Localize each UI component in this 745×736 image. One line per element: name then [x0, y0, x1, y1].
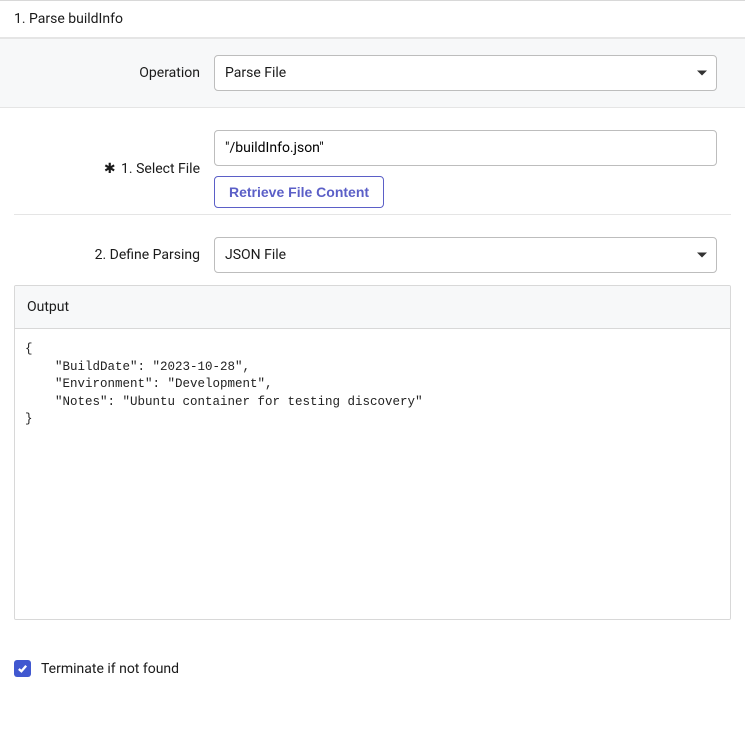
define-parsing-select-value: JSON File: [225, 247, 286, 263]
terminate-label: Terminate if not found: [41, 661, 179, 677]
select-file-label-text: 1. Select File: [121, 161, 200, 177]
operation-select[interactable]: Parse File: [214, 55, 717, 91]
retrieve-file-button[interactable]: Retrieve File Content: [214, 176, 384, 208]
output-header: Output: [15, 286, 730, 329]
required-asterisk-icon: ✱: [104, 161, 116, 177]
checkmark-icon: [17, 663, 28, 674]
output-panel: Output { "BuildDate": "2023-10-28", "Env…: [14, 285, 731, 620]
terminate-checkbox[interactable]: [14, 660, 31, 677]
select-file-input[interactable]: [214, 130, 717, 166]
output-label: Output: [27, 299, 69, 315]
define-parsing-select[interactable]: JSON File: [214, 237, 717, 273]
operation-label: Operation: [28, 65, 200, 81]
step-header: 1. Parse buildInfo: [0, 1, 745, 38]
define-parsing-label: 2. Define Parsing: [28, 247, 200, 263]
output-body[interactable]: { "BuildDate": "2023-10-28", "Environmen…: [15, 329, 730, 619]
select-file-label: ✱ 1. Select File: [28, 161, 200, 177]
step-title: 1. Parse buildInfo: [14, 11, 123, 27]
operation-select-value: Parse File: [225, 65, 286, 81]
